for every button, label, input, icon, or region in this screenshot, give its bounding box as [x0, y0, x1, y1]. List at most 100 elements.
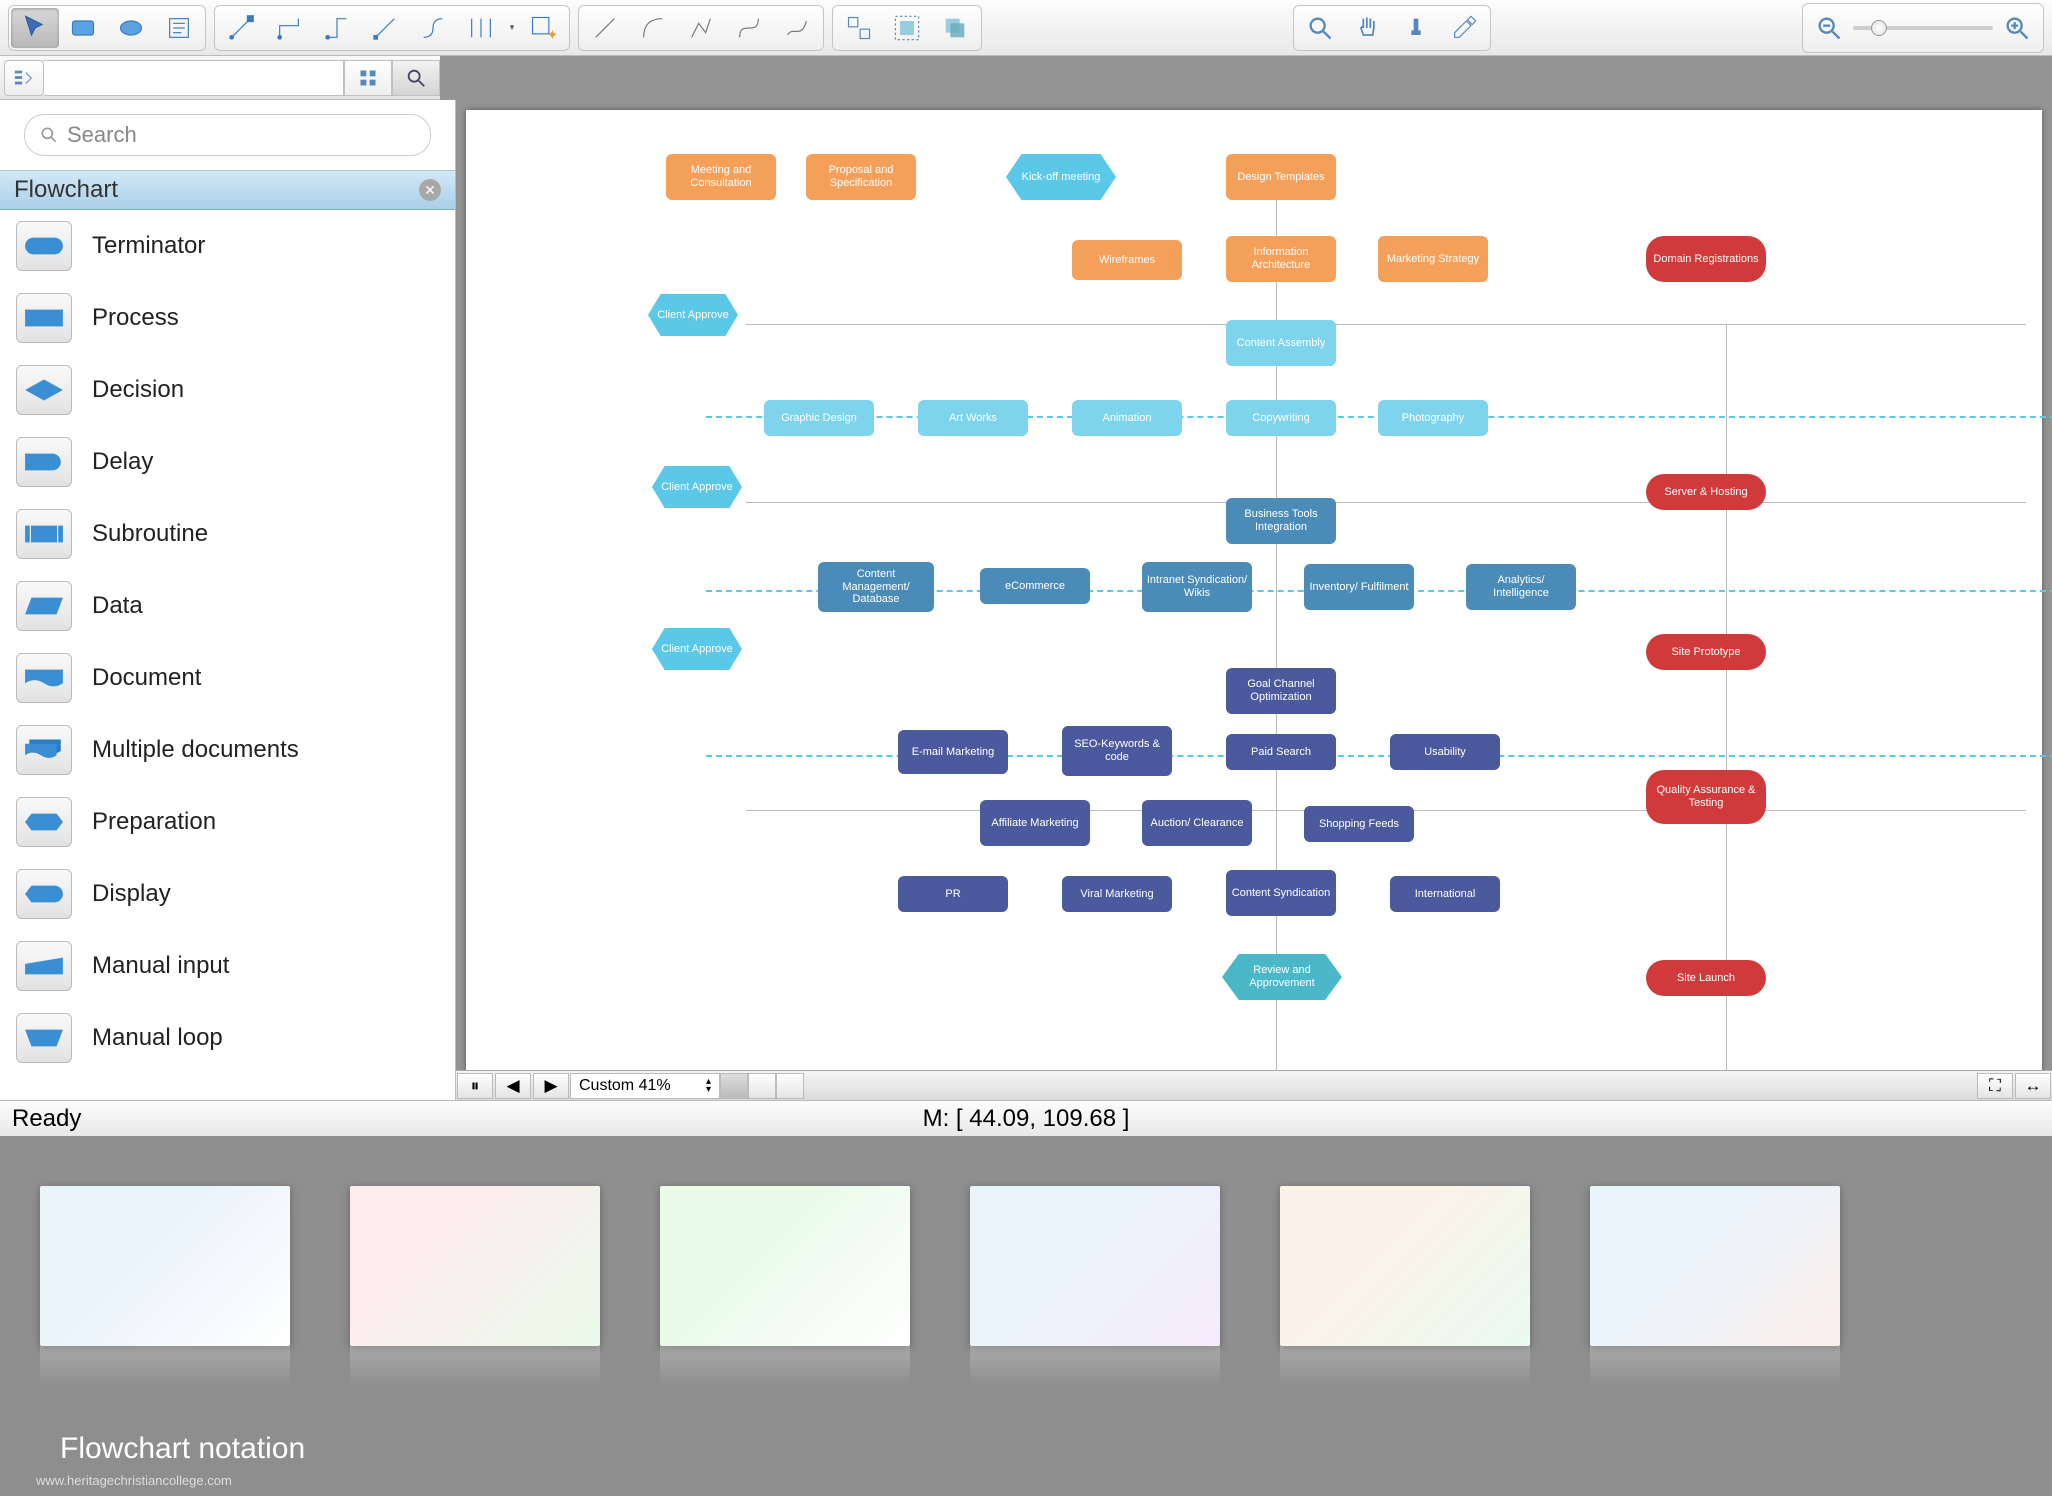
node-approve-1[interactable]: Client Approve: [648, 294, 738, 336]
bezier-tool[interactable]: [725, 8, 773, 48]
node-site-launch[interactable]: Site Launch: [1646, 960, 1766, 996]
node-ia[interactable]: Information Architecture: [1226, 236, 1336, 282]
stencil-display[interactable]: Display: [0, 858, 455, 930]
stencil-decision[interactable]: Decision: [0, 354, 455, 426]
connector-new[interactable]: ✦: [519, 8, 567, 48]
node-approve-2[interactable]: Client Approve: [652, 466, 742, 508]
node-inventory[interactable]: Inventory/ Fulfilment: [1304, 564, 1414, 610]
connector-1[interactable]: [217, 8, 265, 48]
close-category-icon[interactable]: ✕: [419, 179, 441, 201]
stencil-document[interactable]: Document: [0, 642, 455, 714]
page-tab-1[interactable]: [720, 1073, 748, 1099]
stencil-manual-input[interactable]: Manual input: [0, 930, 455, 1002]
align-tool[interactable]: [835, 8, 883, 48]
node-bti[interactable]: Business Tools Integration: [1226, 498, 1336, 544]
node-kickoff[interactable]: Kick-off meeting: [1006, 154, 1116, 200]
node-marketing[interactable]: Marketing Strategy: [1378, 236, 1488, 282]
polyline-tool[interactable]: [677, 8, 725, 48]
ellipse-tool[interactable]: [107, 8, 155, 48]
node-international[interactable]: International: [1390, 876, 1500, 912]
node-analytics[interactable]: Analytics/ Intelligence: [1466, 564, 1576, 610]
connector-3[interactable]: [313, 8, 361, 48]
node-usability[interactable]: Usability: [1390, 734, 1500, 770]
stamp-tool[interactable]: [1392, 8, 1440, 48]
stencil-manual-loop[interactable]: Manual loop: [0, 1002, 455, 1074]
library-filter[interactable]: [44, 60, 344, 96]
zoom-combo[interactable]: Custom 41%▴▾: [570, 1073, 720, 1099]
gallery-thumb-2[interactable]: [350, 1186, 600, 1346]
node-pr[interactable]: PR: [898, 876, 1008, 912]
node-photography[interactable]: Photography: [1378, 400, 1488, 436]
stencil-search[interactable]: Search: [24, 114, 431, 156]
freehand-tool[interactable]: [773, 8, 821, 48]
node-shopping-feeds[interactable]: Shopping Feeds: [1304, 806, 1414, 842]
next-page-button[interactable]: ▶: [533, 1073, 569, 1099]
zoom-in-button[interactable]: [1999, 8, 2035, 48]
page-tab-2[interactable]: [748, 1073, 776, 1099]
node-animation[interactable]: Animation: [1072, 400, 1182, 436]
connector-dropdown[interactable]: ▾: [505, 22, 519, 33]
node-cms[interactable]: Content Management/ Database: [818, 562, 934, 612]
connector-2[interactable]: [265, 8, 313, 48]
page-tab-3[interactable]: [776, 1073, 804, 1099]
zoom-slider[interactable]: [1853, 26, 1993, 30]
node-qa-testing[interactable]: Quality Assurance & Testing: [1646, 770, 1766, 824]
pause-button[interactable]: ⏸: [457, 1073, 493, 1099]
node-gco[interactable]: Goal Channel Optimization: [1226, 668, 1336, 714]
gallery-thumb-4[interactable]: [970, 1186, 1220, 1346]
stencil-preparation[interactable]: Preparation: [0, 786, 455, 858]
node-copywriting[interactable]: Copywriting: [1226, 400, 1336, 436]
node-auction[interactable]: Auction/ Clearance: [1142, 800, 1252, 846]
node-site-prototype[interactable]: Site Prototype: [1646, 634, 1766, 670]
node-ecommerce[interactable]: eCommerce: [980, 568, 1090, 604]
node-graphic-design[interactable]: Graphic Design: [764, 400, 874, 436]
fit-width-button[interactable]: ↔: [2015, 1073, 2051, 1099]
node-content-syndication[interactable]: Content Syndication: [1226, 870, 1336, 916]
node-proposal[interactable]: Proposal and Specification: [806, 154, 916, 200]
stencil-data[interactable]: Data: [0, 570, 455, 642]
connector-4[interactable]: [361, 8, 409, 48]
pan-tool[interactable]: [1344, 8, 1392, 48]
stencil-multidoc[interactable]: Multiple documents: [0, 714, 455, 786]
drawing-canvas[interactable]: Meeting and Consultation Proposal and Sp…: [466, 110, 2042, 1090]
node-domain-reg[interactable]: Domain Registrations: [1646, 236, 1766, 282]
node-intranet[interactable]: Intranet Syndication/ Wikis: [1142, 562, 1252, 612]
connector-6[interactable]: [457, 8, 505, 48]
text-tool[interactable]: [155, 8, 203, 48]
curve-tool[interactable]: [629, 8, 677, 48]
gallery-thumb-1[interactable]: [40, 1186, 290, 1346]
node-seo[interactable]: SEO-Keywords & code: [1062, 726, 1172, 776]
node-viral[interactable]: Viral Marketing: [1062, 876, 1172, 912]
gallery-thumb-6[interactable]: [1590, 1186, 1840, 1346]
line-tool[interactable]: [581, 8, 629, 48]
stencil-terminator[interactable]: Terminator: [0, 210, 455, 282]
gallery-thumb-3[interactable]: [660, 1186, 910, 1346]
grid-view-button[interactable]: [344, 60, 392, 96]
connector-5[interactable]: [409, 8, 457, 48]
library-toggle[interactable]: [4, 60, 44, 96]
node-server-hosting[interactable]: Server & Hosting: [1646, 474, 1766, 510]
stencil-subroutine[interactable]: Subroutine: [0, 498, 455, 570]
node-approve-3[interactable]: Client Approve: [652, 628, 742, 670]
node-content-assembly[interactable]: Content Assembly: [1226, 320, 1336, 366]
node-wireframes[interactable]: Wireframes: [1072, 240, 1182, 280]
stencil-category-header[interactable]: Flowchart ✕: [0, 170, 455, 210]
fit-page-button[interactable]: ⛶: [1977, 1073, 2013, 1099]
library-search-button[interactable]: [392, 60, 440, 96]
zoom-slider-thumb[interactable]: [1871, 20, 1887, 36]
stencil-delay[interactable]: Delay: [0, 426, 455, 498]
prev-page-button[interactable]: ◀: [495, 1073, 531, 1099]
node-art-works[interactable]: Art Works: [918, 400, 1028, 436]
node-email-marketing[interactable]: E-mail Marketing: [898, 730, 1008, 774]
zoom-out-button[interactable]: [1811, 8, 1847, 48]
node-paid-search[interactable]: Paid Search: [1226, 734, 1336, 770]
rect-tool[interactable]: [59, 8, 107, 48]
zoom-tool[interactable]: [1296, 8, 1344, 48]
node-affiliate[interactable]: Affiliate Marketing: [980, 800, 1090, 846]
stencil-process[interactable]: Process: [0, 282, 455, 354]
group-tool[interactable]: [883, 8, 931, 48]
node-review[interactable]: Review and Approvement: [1222, 954, 1342, 1000]
layers-tool[interactable]: [931, 8, 979, 48]
node-meeting[interactable]: Meeting and Consultation: [666, 154, 776, 200]
node-design-templates[interactable]: Design Templates: [1226, 154, 1336, 200]
